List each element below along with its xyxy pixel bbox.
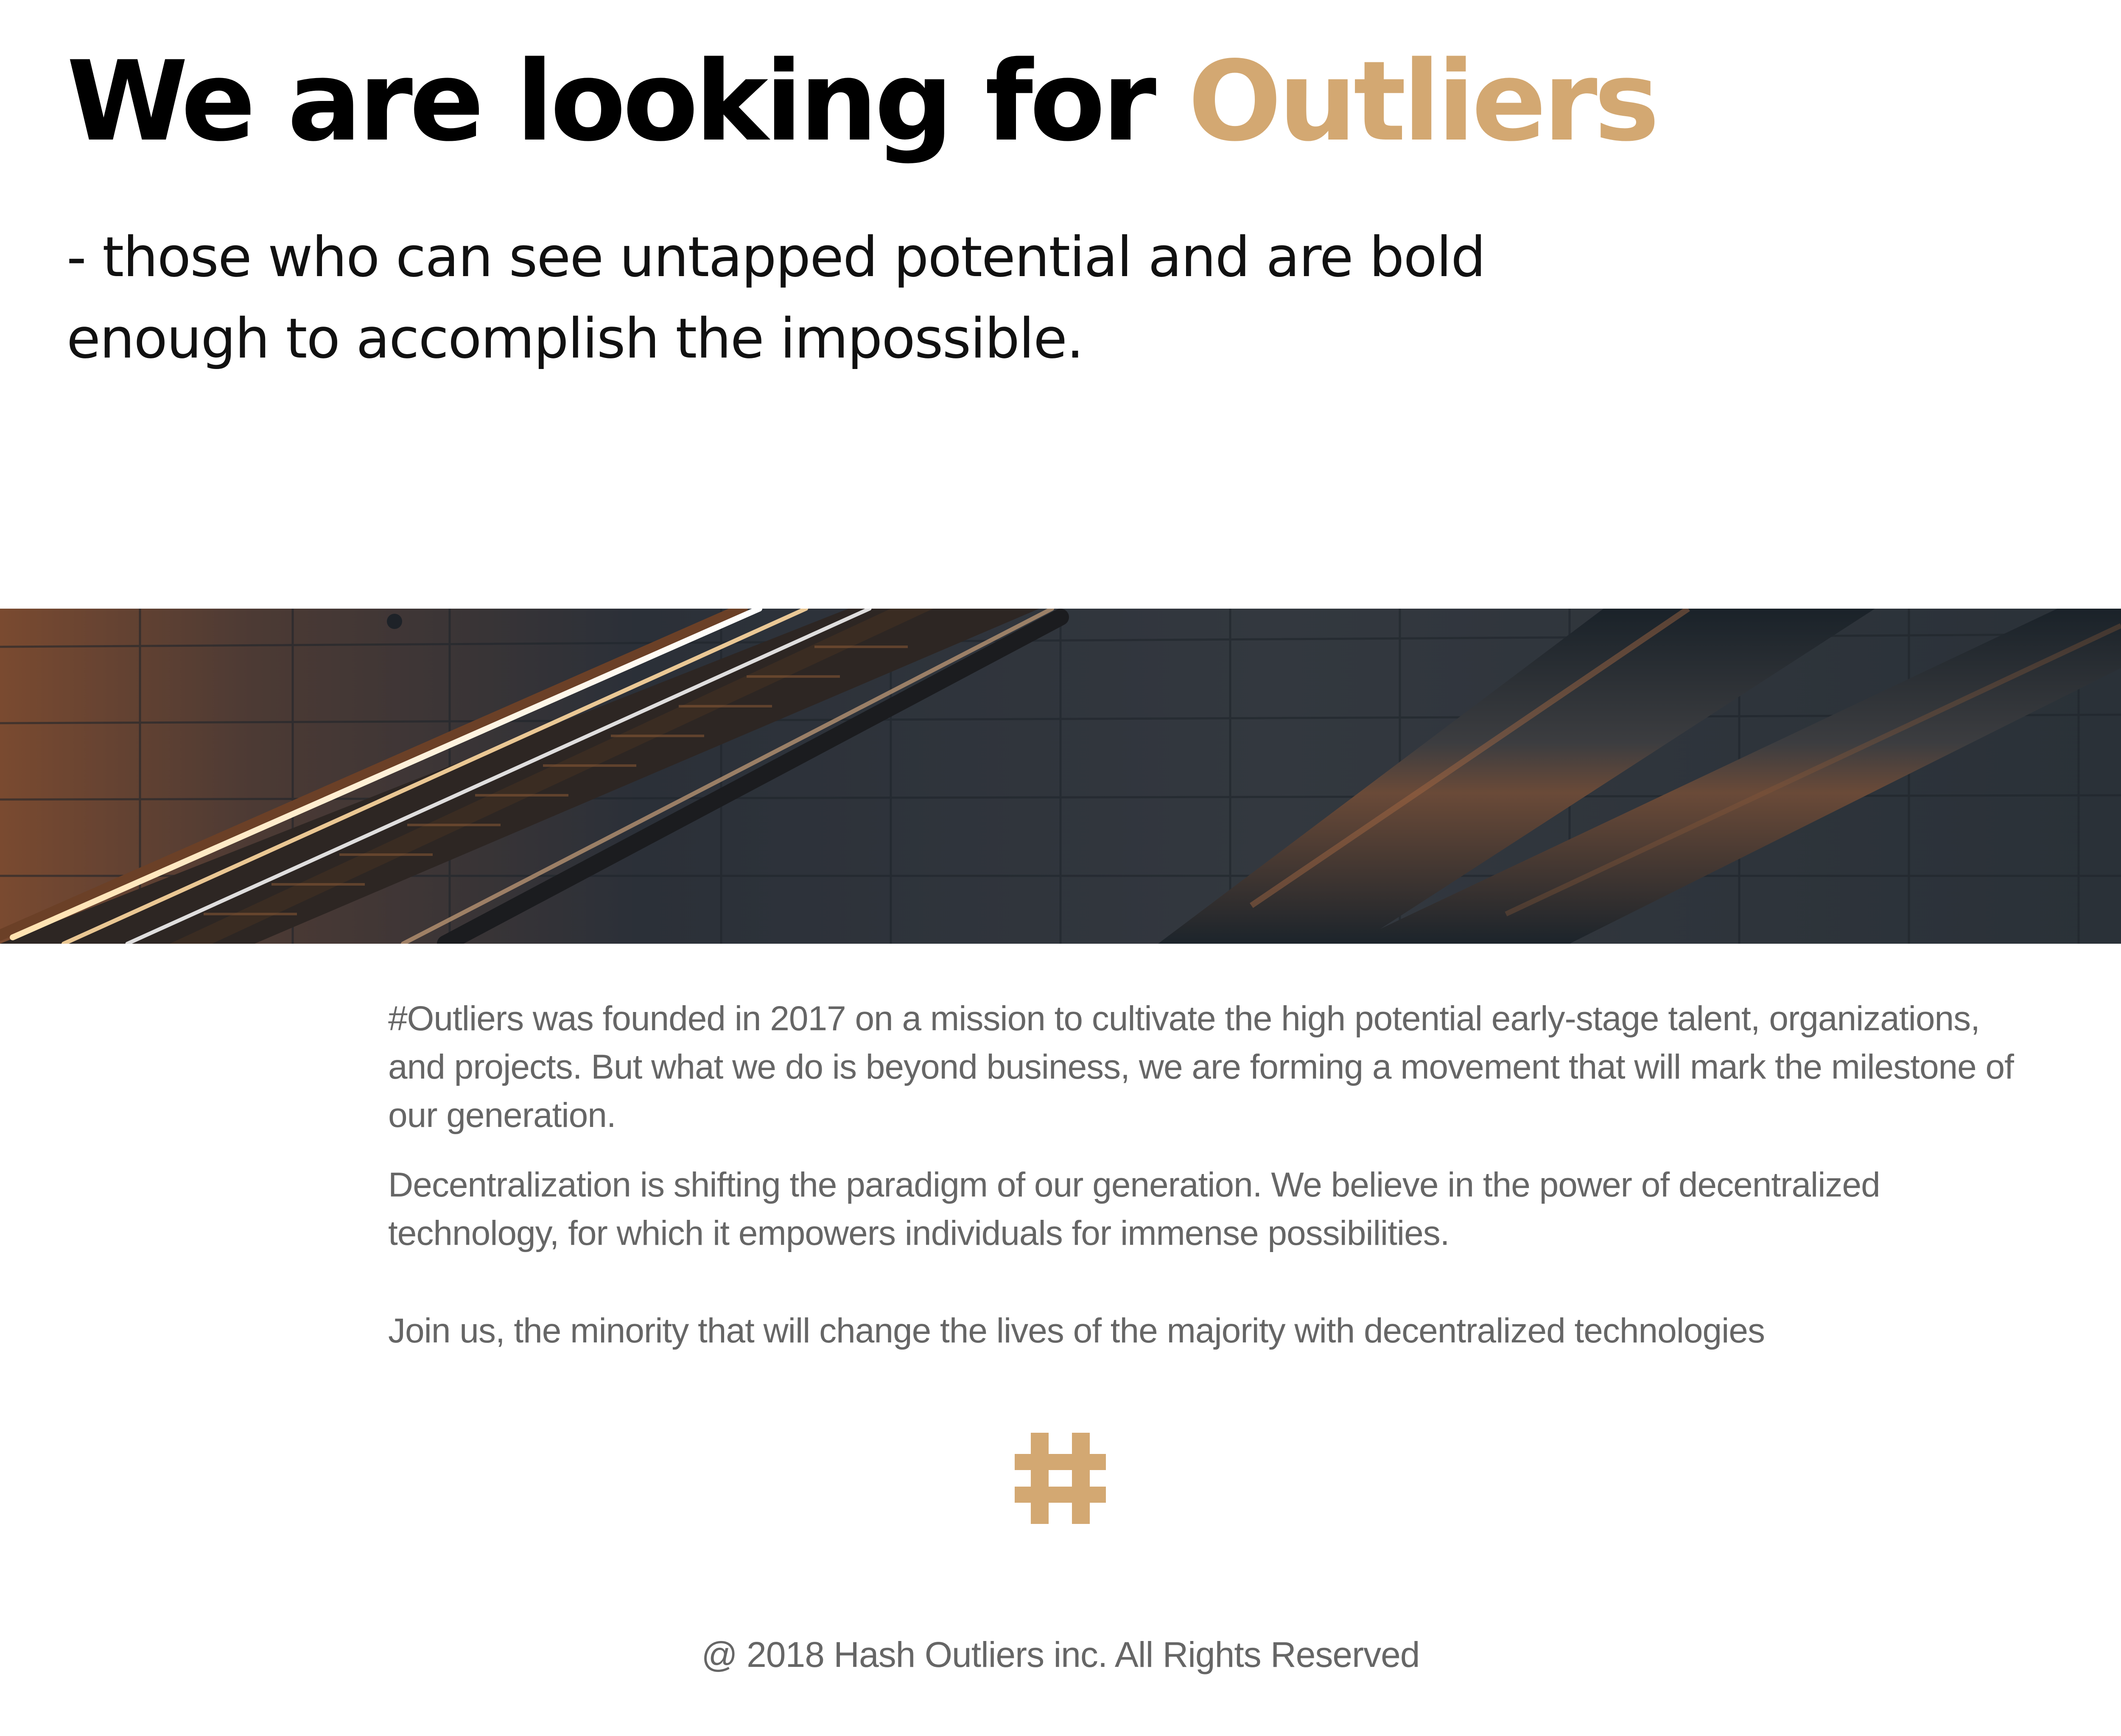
page-subtitle: - those who can see untapped potential a… [67, 225, 1486, 371]
about-paragraph-2: Decentralization is shifting the paradig… [388, 1166, 1880, 1252]
page-title-main: We are looking for [67, 38, 1188, 166]
about-paragraph-1: #Outliers was founded in 2017 on a missi… [388, 999, 2014, 1135]
hash-icon [1015, 1433, 1106, 1524]
about-paragraph-3: Join us, the minority that will change t… [388, 1311, 1765, 1350]
footer: @ 2018 Hash Outliers inc. All Rights Res… [0, 1631, 2121, 1678]
page-title-accent: Outliers [1188, 38, 1660, 166]
escalator-photo [0, 609, 2121, 944]
banner-image [0, 609, 2121, 944]
copyright-text: @ 2018 Hash Outliers inc. All Rights Res… [701, 1635, 1420, 1674]
hero-section: We are looking for Outliers - those who … [67, 42, 1659, 379]
about-section: #Outliers was founded in 2017 on a missi… [388, 995, 2034, 1355]
page-title: We are looking for Outliers [67, 42, 1659, 161]
